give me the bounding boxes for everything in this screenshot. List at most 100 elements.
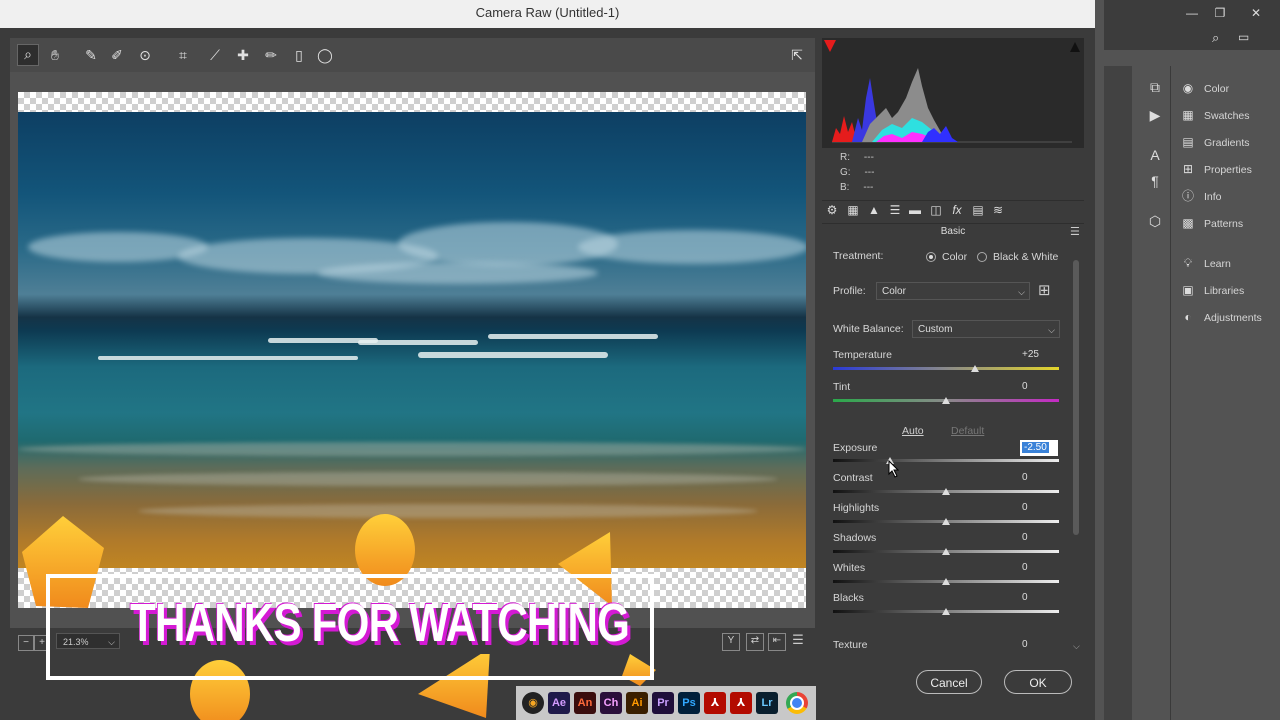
workspace-icon[interactable]: ▭ [1238, 30, 1258, 48]
radial-filter-icon[interactable]: ◯ [316, 46, 334, 64]
photoshop-options-bar: ⌕ ▭ [1104, 28, 1280, 50]
default-link[interactable]: Default [951, 425, 984, 437]
shadows-thumb[interactable] [942, 548, 950, 555]
restore-icon[interactable]: ❐ [1208, 4, 1232, 22]
taskbar-app-ai[interactable]: Ai [626, 692, 648, 714]
basic-header: Basic [940, 226, 966, 237]
calibration-tab-icon[interactable]: ▤ [970, 202, 986, 218]
taskbar-app-an[interactable]: An [574, 692, 596, 714]
exposure-track[interactable] [833, 459, 1059, 462]
mouse-cursor-icon [888, 459, 900, 478]
3d-cube-icon[interactable]: ⬡ [1146, 212, 1164, 230]
basic-tab-icon[interactable]: ⚙ [824, 202, 840, 218]
tint-value[interactable]: 0 [1020, 379, 1058, 395]
treatment-bw-radio[interactable] [977, 252, 987, 262]
search-icon[interactable]: ⌕ [1212, 30, 1230, 48]
before-after-y-icon[interactable]: Y [722, 633, 740, 651]
history-icon[interactable]: ⧉ [1146, 78, 1164, 96]
acrobat-app-icon[interactable]: ⅄ [704, 692, 726, 714]
acrobat-reader-app-icon[interactable]: ⅄ [730, 692, 752, 714]
detail-tab-icon[interactable]: ▲ [866, 202, 882, 218]
panel-item-patterns[interactable]: ▩ Patterns [1180, 213, 1243, 235]
zoom-tool-icon[interactable]: ⌕ [17, 44, 39, 66]
copy-settings-icon[interactable]: ⇤ [768, 633, 786, 651]
highlights-label: Highlights [833, 502, 880, 514]
ok-button[interactable]: OK [1004, 670, 1072, 694]
taskbar-app-ch[interactable]: Ch [600, 692, 622, 714]
shadow-clipping-icon[interactable] [824, 40, 836, 52]
contrast-thumb[interactable] [942, 488, 950, 495]
info-icon: ⓘ [1181, 189, 1194, 204]
adjustment-brush-icon[interactable]: ✏︎ [262, 46, 280, 64]
split-toning-tab-icon[interactable]: ▬ [907, 202, 923, 218]
blacks-label: Blacks [833, 592, 864, 604]
graduated-filter-icon[interactable]: ▯ [290, 46, 308, 64]
swap-before-after-icon[interactable]: ⇄ [746, 633, 764, 651]
temperature-value[interactable]: +25 [1020, 347, 1058, 363]
preview-preferences-icon[interactable]: ☰ [790, 633, 806, 649]
effects-tab-icon[interactable]: fx [949, 202, 965, 218]
panel-item-swatches[interactable]: ▦ Swatches [1180, 105, 1249, 127]
blacks-thumb[interactable] [942, 608, 950, 615]
beach-photo-preview[interactable] [18, 112, 806, 568]
tone-curve-tab-icon[interactable]: ▦ [845, 202, 861, 218]
rgb-b-row: B: --- [840, 182, 874, 193]
chrome-app-icon[interactable] [786, 692, 808, 714]
panel-item-info[interactable]: ⓘ Info [1180, 186, 1222, 208]
cancel-button[interactable]: Cancel [916, 670, 982, 694]
photoshop-icon-column [1140, 66, 1171, 720]
gradients-icon: ▤ [1182, 135, 1194, 150]
temperature-track[interactable] [833, 367, 1059, 370]
straighten-tool-icon[interactable]: ⟋ [206, 46, 224, 64]
texture-value[interactable]: 0 [1020, 637, 1058, 653]
shadows-value[interactable]: 0 [1020, 530, 1058, 546]
highlights-thumb[interactable] [942, 518, 950, 525]
hand-tool-icon[interactable]: ✋︎ [46, 46, 64, 64]
panel-item-color[interactable]: ◉ Color [1180, 78, 1229, 100]
taskbar-app-ps[interactable]: Ps [678, 692, 700, 714]
blacks-value[interactable]: 0 [1020, 590, 1058, 606]
targeted-adjustment-icon[interactable]: ⊙ [136, 46, 154, 64]
panel-scroll-thumb[interactable] [1073, 260, 1079, 535]
whites-value[interactable]: 0 [1020, 560, 1058, 576]
exposure-value[interactable]: -2.50 [1020, 440, 1058, 456]
temperature-thumb[interactable] [971, 365, 980, 372]
white-balance-label: White Balance: [833, 323, 904, 335]
taskbar-app-lr[interactable]: Lr [756, 692, 778, 714]
presets-tab-icon[interactable]: ≋ [990, 202, 1006, 218]
chevron-down-icon: ⌵ [1048, 325, 1055, 335]
panel-item-learn[interactable]: 💡︎ Learn [1180, 253, 1231, 275]
white-balance-tool-icon[interactable]: ✎ [82, 46, 100, 64]
zoom-out-icon[interactable]: − [18, 635, 34, 651]
open-preferences-icon[interactable]: ⇱ [788, 46, 806, 64]
whites-thumb[interactable] [942, 578, 950, 585]
highlights-value[interactable]: 0 [1020, 500, 1058, 516]
crop-tool-icon[interactable]: ⌗ [174, 46, 192, 64]
character-icon[interactable]: A [1146, 146, 1164, 164]
panel-item-libraries[interactable]: ▣ Libraries [1180, 280, 1244, 302]
contrast-label: Contrast [833, 472, 873, 484]
play-actions-icon[interactable]: ▶ [1146, 106, 1164, 124]
swatches-grid-icon: ▦ [1182, 108, 1194, 123]
minimize-icon[interactable]: — [1180, 4, 1204, 22]
contrast-value[interactable]: 0 [1020, 470, 1058, 486]
panel-item-properties[interactable]: ⊞ Properties [1180, 159, 1252, 181]
treatment-color-radio[interactable] [926, 252, 936, 262]
panel-item-adjustments[interactable]: ◐ Adjustments [1180, 307, 1261, 329]
spot-removal-icon[interactable]: ✚ [234, 46, 252, 64]
panel-item-gradients[interactable]: ▤ Gradients [1180, 132, 1249, 154]
white-balance-select[interactable]: Custom ⌵ [912, 320, 1060, 338]
hsl-tab-icon[interactable]: ☰ [887, 202, 903, 218]
bridge-app-icon[interactable]: ◉ [522, 692, 544, 714]
tint-thumb[interactable] [942, 397, 950, 404]
lens-corrections-tab-icon[interactable]: ◫ [928, 202, 944, 218]
taskbar-app-ae[interactable]: Ae [548, 692, 570, 714]
auto-link[interactable]: Auto [902, 425, 924, 437]
profile-browser-icon[interactable]: ⊞ [1038, 281, 1058, 301]
scroll-down-icon[interactable]: ⌵ [1073, 641, 1080, 652]
paragraph-icon[interactable]: ¶ [1146, 172, 1164, 190]
color-sampler-icon[interactable]: ✐ [108, 46, 126, 64]
taskbar-app-pr[interactable]: Pr [652, 692, 674, 714]
close-icon[interactable]: ✕ [1244, 4, 1268, 22]
profile-select[interactable]: Color ⌵ [876, 282, 1030, 300]
